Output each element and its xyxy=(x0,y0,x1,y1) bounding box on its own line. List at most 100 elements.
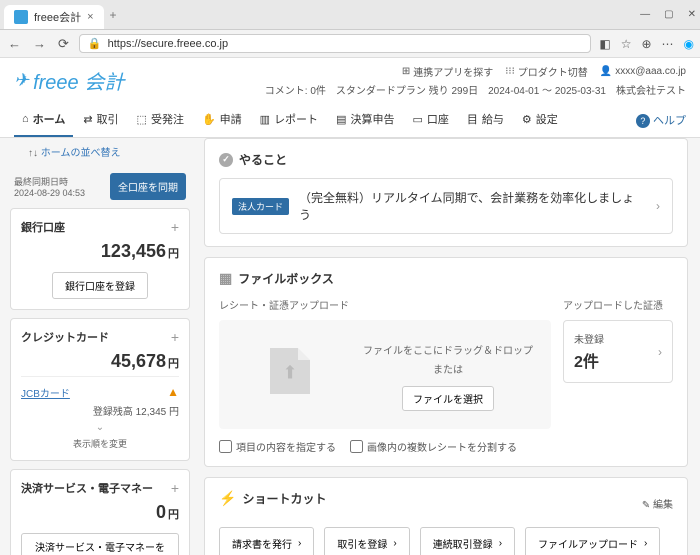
filebox-title: ファイルボックス xyxy=(238,270,334,287)
window-maximize-icon[interactable]: ▢ xyxy=(664,9,673,20)
inbox-icon: ⬚ xyxy=(137,113,147,126)
url-input[interactable]: 🔒 https://secure.freee.co.jp xyxy=(79,34,591,53)
breadcrumb-link[interactable]: ホームの並べ替え xyxy=(41,148,121,159)
shortcut-transaction[interactable]: 取引を登録 › xyxy=(324,527,409,555)
window-minimize-icon[interactable]: — xyxy=(640,9,650,20)
unregistered-label: 未登録 xyxy=(574,331,604,346)
upload-dropzone[interactable]: ⬆ ファイルをここにドラッグ＆ドロップ または ファイルを選択 xyxy=(219,320,551,429)
cc-add-icon[interactable]: + xyxy=(171,329,179,345)
bank-add-icon[interactable]: + xyxy=(171,219,179,235)
emoney-add-icon[interactable]: + xyxy=(171,480,179,496)
emoney-title: 決済サービス・電子マネー xyxy=(21,480,153,496)
nav-reports[interactable]: ▥レポート xyxy=(252,103,326,137)
nav-payroll[interactable]: 目給与 xyxy=(459,103,512,137)
sync-date: 2024-08-29 04:53 xyxy=(14,188,85,198)
warning-icon: ▲ xyxy=(167,385,179,399)
nav-requests[interactable]: ✋申請 xyxy=(194,103,250,137)
nav-tax[interactable]: ▤決算申告 xyxy=(328,103,402,137)
shortcut-invoice[interactable]: 請求書を発行 › xyxy=(219,527,314,555)
emoney-register-button[interactable]: 決済サービス・電子マネーを登録 xyxy=(21,533,179,555)
hand-icon: ✋ xyxy=(202,113,216,126)
lock-icon: 🔒 xyxy=(88,37,102,50)
or-text: または xyxy=(363,361,533,376)
banner-badge: 法人カード xyxy=(232,198,289,215)
uploaded-box[interactable]: 未登録 2件 › xyxy=(563,320,673,383)
bank-title: 銀行口座 xyxy=(21,219,65,235)
cc-sub-link[interactable]: JCBカード xyxy=(21,389,70,400)
card-icon: ▭ xyxy=(412,113,422,126)
check-split[interactable]: 画像内の複数レシートを分割する xyxy=(350,439,517,454)
cc-sub-balance: 12,345 xyxy=(136,407,167,418)
cc-title: クレジットカード xyxy=(21,329,109,345)
profile-icon[interactable]: ◉ xyxy=(684,37,694,51)
user-icon: 👤 xyxy=(600,66,612,77)
swap-icon: ⇄ xyxy=(83,113,92,126)
shortcut-upload[interactable]: ファイルアップロード › xyxy=(525,527,660,555)
bank-card: 銀行口座 + 123,456円 銀行口座を登録 xyxy=(10,208,190,310)
new-tab-button[interactable]: + xyxy=(110,8,117,22)
app-header: ✈ freee 会計 ⊞連携アプリを探す ⁝⁝⁝プロダクト切替 👤xxxx@aa… xyxy=(0,58,700,103)
todo-panel: ✓ やること 法人カード （完全無料）リアルタイム同期で、会計業務を効率化しましょ… xyxy=(204,138,688,247)
cc-amount: 45,678 xyxy=(111,351,166,371)
nav-forward-icon[interactable]: → xyxy=(31,36,48,51)
chevron-right-icon: › xyxy=(656,199,660,213)
browser-tab[interactable]: freee会計 × xyxy=(4,5,104,29)
help-link[interactable]: ? ヘルプ xyxy=(636,112,686,128)
logo-bird-icon: ✈ xyxy=(14,70,29,91)
check-icon: ✓ xyxy=(219,153,233,167)
upload-file-icon: ⬆ xyxy=(270,348,310,394)
todo-title: やること xyxy=(239,151,287,168)
extension-icon[interactable]: ◧ xyxy=(599,37,610,51)
todo-banner[interactable]: 法人カード （完全無料）リアルタイム同期で、会計業務を効率化しましょう › xyxy=(219,178,673,234)
main-content: ✓ やること 法人カード （完全無料）リアルタイム同期で、会計業務を効率化しましょ… xyxy=(200,138,700,555)
shortcut-continuous[interactable]: 連続取引登録 › xyxy=(420,527,515,555)
window-close-icon[interactable]: ✕ xyxy=(688,9,696,20)
shortcuts-panel: ⚡ショートカット ✎ 編集 請求書を発行 › 取引を登録 › 連続取引登録 › … xyxy=(204,477,688,555)
grid-icon: ⁝⁝⁝ xyxy=(505,66,515,77)
logo[interactable]: ✈ freee 会計 xyxy=(14,66,124,95)
menu-icon[interactable]: ⋯ xyxy=(662,37,674,51)
credit-card-card: クレジットカード + 45,678円 JCBカード ▲ 登録残高 12,345 … xyxy=(10,318,190,461)
nav-refresh-icon[interactable]: ⟳ xyxy=(56,36,71,52)
home-icon: ⌂ xyxy=(22,113,29,125)
change-order-link[interactable]: 表示順を変更 xyxy=(21,437,179,450)
shortcut-icon: ⚡ xyxy=(219,490,236,507)
tab-title: freee会計 xyxy=(34,9,81,25)
favorites-icon[interactable]: ☆ xyxy=(621,37,632,51)
filebox-subtitle: レシート・証憑アップロード xyxy=(219,297,551,312)
nav-transactions[interactable]: ⇄取引 xyxy=(75,103,126,137)
product-switch-link[interactable]: ⁝⁝⁝プロダクト切替 xyxy=(505,64,588,79)
shortcuts-title: ショートカット xyxy=(242,490,326,507)
chevron-right-icon: › xyxy=(658,345,662,359)
expand-icon[interactable]: ⌄ xyxy=(21,422,179,433)
banner-text: （完全無料）リアルタイム同期で、会計業務を効率化しましょう xyxy=(299,189,646,223)
tab-favicon xyxy=(14,10,28,24)
main-nav: ⌂ホーム ⇄取引 ⬚受発注 ✋申請 ▥レポート ▤決算申告 ▭口座 目給与 ⚙設… xyxy=(0,103,700,138)
drag-text: ファイルをここにドラッグ＆ドロップ xyxy=(363,342,533,357)
bank-amount: 123,456 xyxy=(101,241,166,261)
chart-icon: ▥ xyxy=(260,113,270,126)
select-file-button[interactable]: ファイルを選択 xyxy=(402,386,494,411)
nav-settings[interactable]: ⚙設定 xyxy=(514,103,566,137)
nav-accounts[interactable]: ▭口座 xyxy=(404,103,456,137)
uploaded-title: アップロードした証憑 xyxy=(563,297,673,312)
url-text: https://secure.freee.co.jp xyxy=(108,38,228,50)
sync-label: 最終同期日時 xyxy=(14,175,85,188)
filebox-icon: ▦ xyxy=(219,270,232,287)
sort-icon: ↑↓ xyxy=(28,148,38,159)
check-specify[interactable]: 項目の内容を指定する xyxy=(219,439,336,454)
user-link[interactable]: 👤xxxx@aaa.co.jp xyxy=(600,66,686,77)
apps-icon: ⊞ xyxy=(402,66,410,77)
sync-all-button[interactable]: 全口座を同期 xyxy=(110,173,186,200)
apps-link[interactable]: ⊞連携アプリを探す xyxy=(402,64,493,79)
status-text: コメント: 0件 スタンダードプラン 残り 299日 2024-04-01 ～ … xyxy=(265,82,686,97)
nav-orders[interactable]: ⬚受発注 xyxy=(129,103,192,137)
nav-home[interactable]: ⌂ホーム xyxy=(14,103,73,137)
nav-back-icon[interactable]: ← xyxy=(6,36,23,51)
money-icon: 目 xyxy=(467,111,478,127)
tab-close-icon[interactable]: × xyxy=(87,11,93,23)
collections-icon[interactable]: ⊕ xyxy=(641,37,651,51)
emoney-card: 決済サービス・電子マネー + 0円 決済サービス・電子マネーを登録 xyxy=(10,469,190,555)
edit-shortcuts-link[interactable]: ✎ 編集 xyxy=(642,496,673,511)
bank-register-button[interactable]: 銀行口座を登録 xyxy=(52,272,148,299)
